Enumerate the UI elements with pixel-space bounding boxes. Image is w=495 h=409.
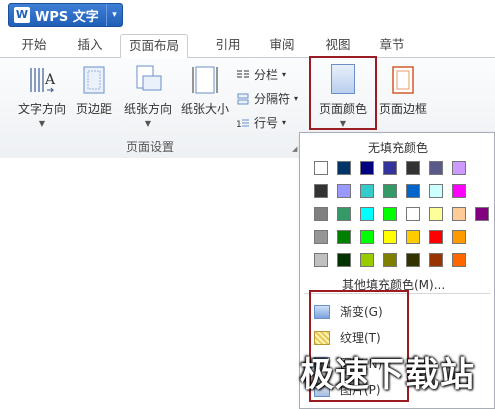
page-border-label: 页面边框 [378, 102, 427, 116]
line-numbers-label: 行号 [254, 116, 279, 130]
columns-icon [236, 69, 250, 81]
color-swatch[interactable] [475, 207, 489, 221]
color-swatch[interactable] [452, 253, 466, 267]
color-swatch[interactable] [337, 253, 351, 267]
color-swatch[interactable] [314, 184, 328, 198]
wps-logo-icon: W [14, 7, 30, 23]
tab-review[interactable]: 审阅 [262, 34, 302, 58]
color-swatch[interactable] [406, 184, 420, 198]
color-swatch[interactable] [337, 230, 351, 244]
text-direction-label: 文字方向 [17, 102, 66, 116]
chevron-down-icon: ▾ [282, 70, 287, 79]
text-direction-icon: A [27, 64, 57, 96]
tab-view[interactable]: 视图 [318, 34, 358, 58]
margins-label: 页边距 [75, 102, 112, 116]
columns-label: 分栏 [254, 68, 279, 82]
wps-app-button[interactable]: W WPS 文字 ▾ [8, 3, 123, 27]
document-area [0, 158, 299, 409]
color-swatch[interactable] [406, 207, 420, 221]
color-swatch[interactable] [360, 253, 374, 267]
margins-icon [79, 64, 109, 96]
color-swatch[interactable] [314, 161, 328, 175]
color-swatch[interactable] [360, 230, 374, 244]
color-swatch[interactable] [406, 230, 420, 244]
page-border-icon [388, 64, 418, 96]
color-swatch[interactable] [337, 161, 351, 175]
breaks-label: 分隔符 [254, 92, 291, 106]
color-swatch[interactable] [429, 253, 443, 267]
breaks-icon [236, 93, 250, 105]
columns-button[interactable]: 分栏 ▾ [236, 66, 286, 83]
color-swatch[interactable] [360, 161, 374, 175]
color-swatch[interactable] [383, 184, 397, 198]
color-swatch[interactable] [383, 253, 397, 267]
breaks-button[interactable]: 分隔符 ▾ [236, 90, 298, 107]
page-size-icon [190, 64, 220, 96]
color-swatch[interactable] [383, 161, 397, 175]
svg-text:1: 1 [236, 120, 242, 129]
color-swatch[interactable] [452, 184, 466, 198]
tab-section[interactable]: 章节 [372, 34, 412, 58]
app-title: WPS 文字 [35, 9, 99, 25]
color-swatch[interactable] [360, 207, 374, 221]
chevron-down-icon: ▼ [144, 119, 152, 128]
color-swatch[interactable] [452, 207, 466, 221]
text-direction-button[interactable]: A 文字方向 ▼ [16, 64, 68, 128]
page-size-label: 纸张大小 [180, 102, 229, 116]
orientation-icon [133, 64, 163, 96]
tab-page-layout[interactable]: 页面布局 [120, 34, 188, 59]
orientation-label: 纸张方向 [123, 102, 172, 116]
color-swatch[interactable] [429, 230, 443, 244]
tab-insert[interactable]: 插入 [70, 34, 110, 58]
color-swatch[interactable] [314, 207, 328, 221]
page-size-button[interactable]: 纸张大小 [178, 64, 232, 117]
color-swatch[interactable] [429, 184, 443, 198]
watermark-text: 极速下载站 [300, 355, 475, 395]
color-swatch[interactable] [314, 230, 328, 244]
chevron-down-icon: ▼ [38, 119, 46, 128]
color-swatch[interactable] [429, 207, 443, 221]
orientation-button[interactable]: 纸张方向 ▼ [120, 64, 176, 128]
color-swatch[interactable] [383, 230, 397, 244]
color-swatch[interactable] [337, 184, 351, 198]
color-swatch[interactable] [337, 207, 351, 221]
ribbon-tabs: 开始 插入 页面布局 引用 审阅 视图 章节 [0, 32, 495, 59]
line-numbers-icon: 1 [236, 117, 250, 130]
page-setup-group-label: 页面设置 [125, 140, 174, 154]
svg-text:A: A [44, 72, 56, 88]
tab-references[interactable]: 引用 [208, 34, 248, 58]
line-numbers-button[interactable]: 1 行号 ▾ [236, 114, 286, 131]
highlight-box [309, 56, 377, 130]
chevron-down-icon: ▾ [282, 118, 287, 127]
color-swatch[interactable] [314, 253, 328, 267]
tab-home[interactable]: 开始 [14, 34, 54, 58]
color-swatch[interactable] [406, 253, 420, 267]
color-swatch[interactable] [406, 161, 420, 175]
no-fill-item[interactable]: 无填充颜色 [300, 139, 495, 156]
margins-button[interactable]: 页边距 [72, 64, 116, 117]
chevron-down-icon: ▾ [294, 94, 299, 103]
chevron-down-icon[interactable]: ▾ [106, 4, 122, 26]
color-swatch[interactable] [360, 184, 374, 198]
color-swatch[interactable] [383, 207, 397, 221]
title-bar: W WPS 文字 ▾ [0, 0, 495, 32]
color-swatch[interactable] [429, 161, 443, 175]
color-swatch[interactable] [452, 230, 466, 244]
color-swatch[interactable] [452, 161, 466, 175]
page-border-button[interactable]: 页面边框 [376, 64, 430, 117]
